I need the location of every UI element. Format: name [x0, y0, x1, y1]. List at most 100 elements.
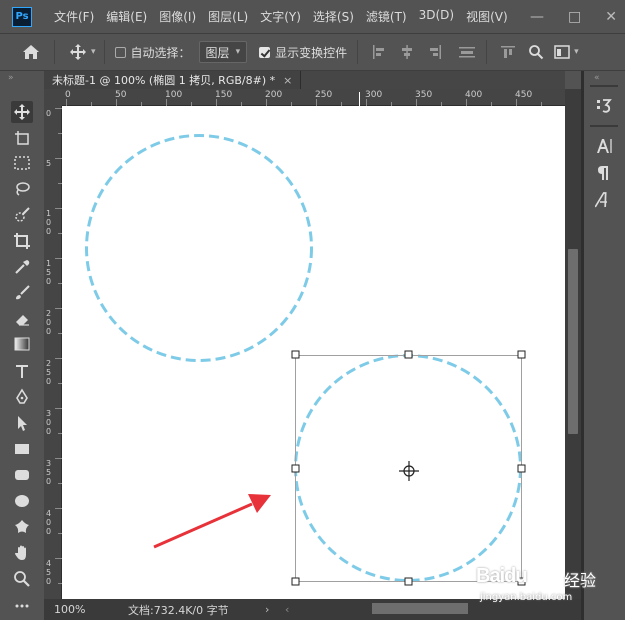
ellipse-tool-icon[interactable]	[11, 490, 33, 512]
menu-select[interactable]: 选择(S)	[307, 8, 360, 25]
auto-select-label: 自动选择：	[130, 45, 191, 60]
ruler-label: 250	[315, 90, 333, 100]
chevron-down-icon[interactable]: ▾	[91, 47, 96, 57]
document-tab-bar: 未标题-1 @ 100% (椭圆 1 拷贝, RGB/8#) * ×	[44, 71, 565, 89]
document-tab-title: 未标题-1 @ 100% (椭圆 1 拷贝, RGB/8#) *	[52, 74, 276, 87]
scroll-left-arrow-icon[interactable]: ‹	[285, 603, 289, 616]
menu-edit[interactable]: 编辑(E)	[100, 8, 153, 25]
crop-tool-icon[interactable]	[11, 230, 33, 252]
horizontal-scroll-thumb[interactable]	[372, 603, 468, 614]
brush-tool-icon[interactable]	[11, 282, 33, 304]
ruler-label: 100	[165, 90, 183, 100]
align-center-icon[interactable]	[396, 41, 418, 63]
options-divider	[54, 40, 55, 64]
distribute-icon[interactable]	[456, 41, 478, 63]
menu-view[interactable]: 视图(V)	[460, 8, 514, 25]
menu-type[interactable]: 文字(Y)	[254, 8, 307, 25]
show-transform-checkbox[interactable]	[259, 46, 271, 58]
menu-filter[interactable]: 滤镜(T)	[360, 8, 413, 25]
ruler-label: 350	[415, 90, 433, 100]
menu-3d[interactable]: 3D(D)	[413, 8, 460, 25]
ruler-label: 450	[515, 90, 533, 100]
menu-layer[interactable]: 图层(L)	[202, 8, 254, 25]
eyedropper-tool-icon[interactable]	[11, 256, 33, 278]
minimize-button[interactable]: —	[530, 9, 544, 25]
chevron-down-icon[interactable]: ▾	[574, 47, 579, 57]
watermark: Baidu 经验 jingyan.baidu.com	[474, 562, 614, 612]
pen-tool-icon[interactable]	[11, 386, 33, 408]
ellipse-shape-copy	[294, 354, 522, 582]
ruler-label: 2 0 0	[46, 309, 52, 336]
collapse-icon[interactable]: »	[8, 73, 14, 83]
options-divider	[486, 40, 488, 64]
ruler-label: 1 0 0	[46, 209, 52, 236]
glyphs-icon[interactable]	[592, 189, 616, 211]
zoom-tool-icon[interactable]	[11, 568, 33, 590]
ruler-label: 200	[265, 90, 283, 100]
path-select-tool-icon[interactable]	[11, 412, 33, 434]
quick-select-tool-icon[interactable]	[11, 204, 33, 226]
ellipse-shape-1	[85, 134, 313, 362]
reference-point-icon	[399, 461, 419, 481]
ruler-label: 1 5 0	[46, 259, 52, 286]
maximize-button[interactable]: □	[568, 9, 581, 25]
menu-file[interactable]: 文件(F)	[48, 8, 100, 25]
ruler-label: 400	[465, 90, 483, 100]
auto-select-checkbox[interactable]	[114, 46, 126, 58]
eraser-tool-icon[interactable]	[11, 308, 33, 330]
annotation-arrow	[153, 494, 271, 549]
tools-panel: »	[0, 71, 44, 620]
vertical-scroll-thumb[interactable]	[568, 249, 578, 434]
ruler-corner	[44, 89, 62, 106]
document-tab[interactable]: 未标题-1 @ 100% (椭圆 1 拷贝, RGB/8#) * ×	[44, 71, 302, 89]
watermark-brand: Baidu	[476, 565, 528, 587]
align-right-icon[interactable]	[424, 41, 446, 63]
home-icon[interactable]	[20, 41, 42, 63]
move-tool-preset-icon[interactable]	[67, 41, 89, 63]
document-canvas[interactable]	[62, 106, 565, 599]
show-transform-label: 显示变换控件	[275, 45, 348, 60]
rounded-rectangle-tool-icon[interactable]	[11, 464, 33, 486]
search-icon[interactable]	[525, 41, 547, 63]
document-info[interactable]: 文档:732.4K/0 字节	[128, 602, 229, 618]
history-icon[interactable]	[592, 95, 616, 117]
artboard-tool-icon[interactable]	[11, 127, 33, 149]
paragraph-icon[interactable]	[592, 162, 616, 184]
right-panel-dock: «	[584, 71, 625, 620]
rectangle-tool-icon[interactable]	[11, 438, 33, 460]
align-top-icon[interactable]	[497, 41, 519, 63]
ruler-label: 0	[65, 90, 71, 100]
dock-divider	[590, 85, 618, 87]
hand-tool-icon[interactable]	[11, 542, 33, 564]
custom-shape-tool-icon[interactable]	[11, 516, 33, 538]
vertical-scrollbar[interactable]	[565, 89, 581, 599]
more-tools-icon[interactable]	[11, 595, 33, 617]
marquee-tool-icon[interactable]	[11, 152, 33, 174]
collapse-icon[interactable]: «	[594, 73, 600, 83]
app-logo: Ps	[12, 6, 32, 27]
ruler-label: 50	[115, 90, 127, 100]
window-controls: — □ ✕	[530, 0, 617, 33]
close-tab-button[interactable]: ×	[283, 74, 292, 87]
close-window-button[interactable]: ✕	[605, 9, 617, 25]
align-left-icon[interactable]	[368, 41, 390, 63]
move-tool-icon[interactable]	[11, 101, 33, 123]
ruler-label: 5	[46, 159, 52, 168]
watermark-domain: jingyan.baidu.com	[480, 592, 573, 603]
menu-image[interactable]: 图像(I)	[153, 8, 202, 25]
ruler-label: 0	[46, 109, 52, 118]
auto-select-target-dropdown[interactable]: 图层 ▾	[198, 41, 248, 63]
workspace-icon[interactable]	[551, 41, 573, 63]
status-menu-arrow-icon[interactable]: ›	[265, 603, 269, 616]
lasso-tool-icon[interactable]	[11, 178, 33, 200]
character-icon[interactable]	[592, 135, 616, 157]
gradient-tool-icon[interactable]	[11, 333, 33, 355]
canvas-area[interactable]	[62, 106, 565, 599]
ruler-label: 150	[215, 90, 233, 100]
ruler-label: 3 0 0	[46, 409, 52, 436]
type-tool-icon[interactable]	[11, 360, 33, 382]
options-divider	[103, 40, 105, 64]
ruler-label: 4 0 0	[46, 509, 52, 536]
zoom-level[interactable]: 100%	[54, 603, 85, 616]
ruler-label: 4 5 0	[46, 559, 52, 586]
